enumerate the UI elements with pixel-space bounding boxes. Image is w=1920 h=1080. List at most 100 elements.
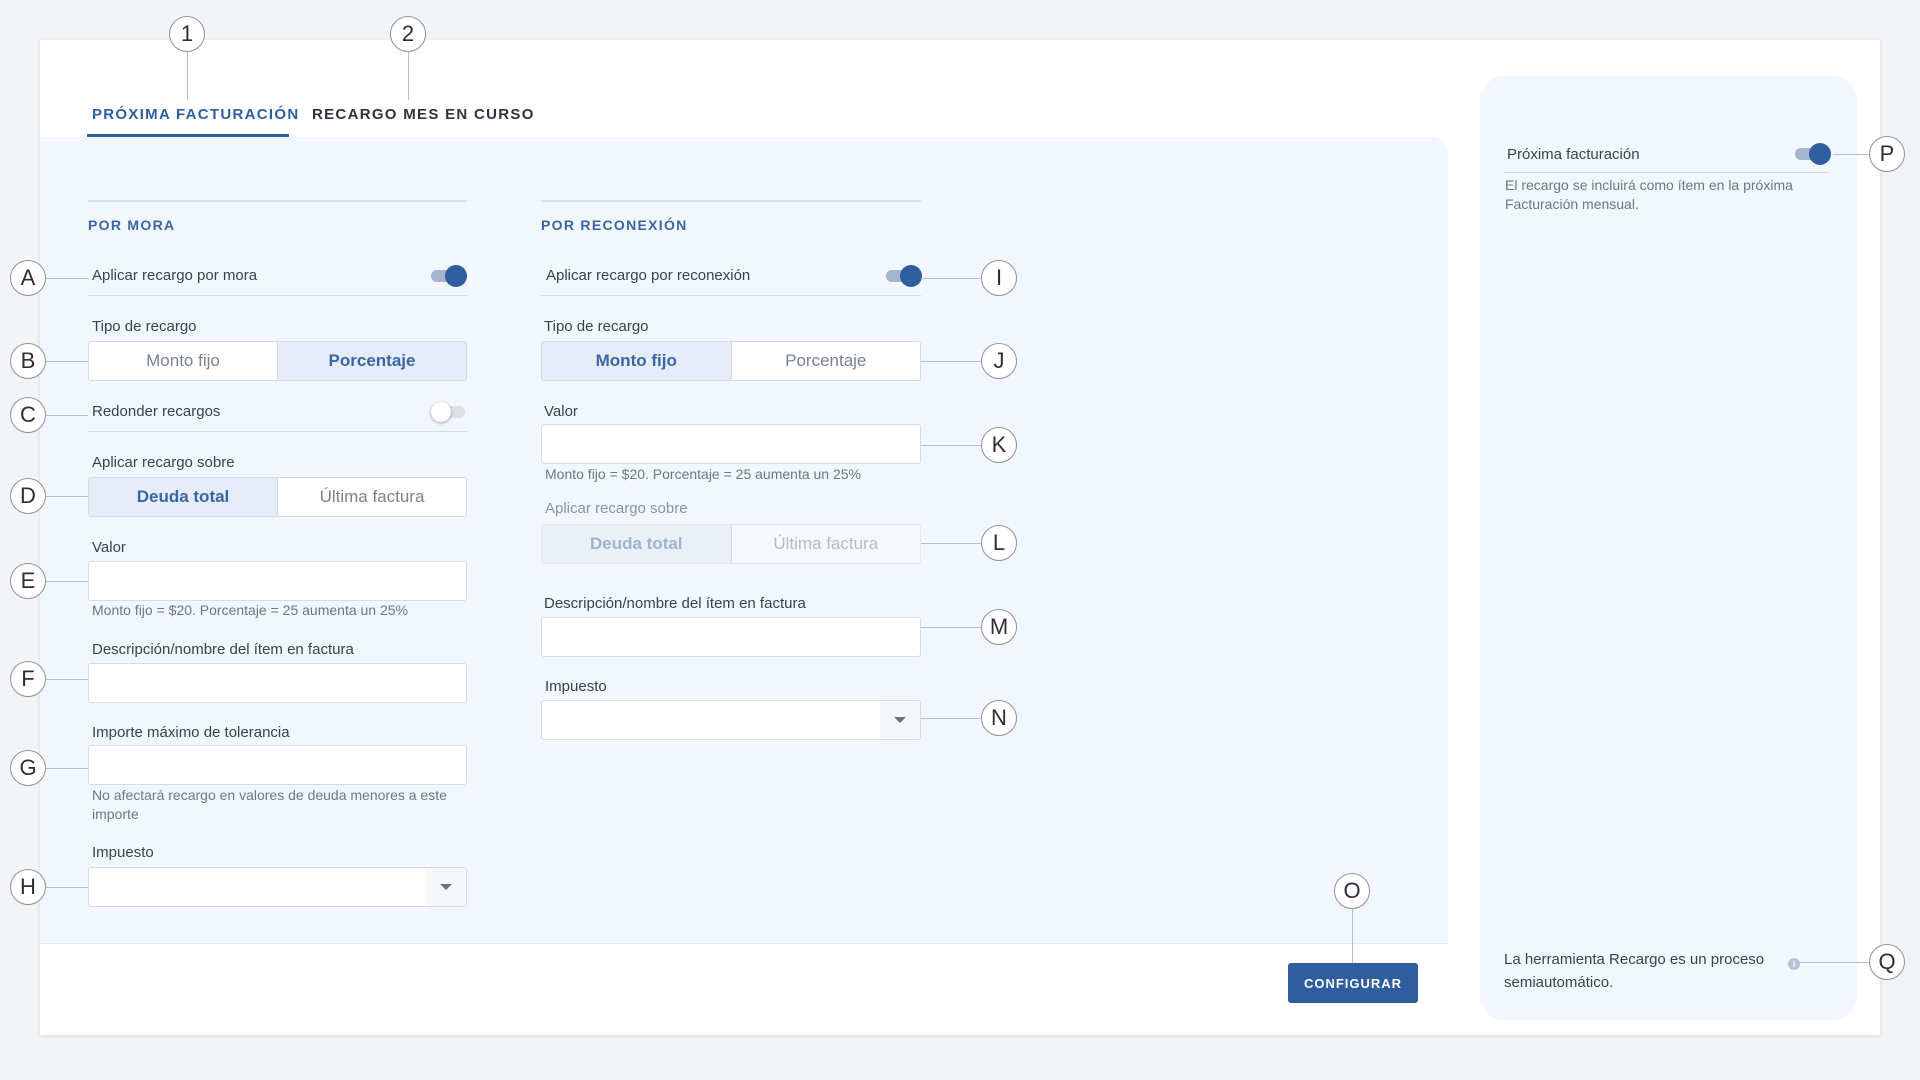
toggle-knob [1809,143,1831,165]
callout-marker: 2 [390,16,426,52]
footer-bar [40,943,1448,1023]
reconexion-apply-on-ultima-factura: Última factura [730,525,920,563]
callout-line [46,679,88,680]
mora-tolerance-hint: No afectará recargo en valores de deuda … [92,787,447,822]
callout-marker: K [981,427,1017,463]
callout-marker: D [10,478,46,514]
mora-type-label: Tipo de recargo [92,318,197,335]
reconexion-tax-label: Impuesto [545,678,607,695]
callout-line [921,278,984,279]
chevron-down-icon [426,868,466,906]
toggle-knob [445,265,467,287]
active-tab-indicator [87,134,289,137]
callout-line [187,52,188,100]
callout-line [921,445,984,446]
row-divider [88,295,467,296]
reconexion-type-label: Tipo de recargo [544,318,649,335]
callout-marker: G [10,750,46,786]
reconexion-apply-on-deuda-total: Deuda total [542,525,731,563]
callout-marker: P [1869,136,1905,172]
callout-marker: I [981,260,1017,296]
callout-line [408,52,409,100]
mora-round-label: Redonder recargos [92,403,221,420]
toggle-knob [900,265,922,287]
mora-type-monto-fijo[interactable]: Monto fijo [89,342,277,380]
callout-line [921,718,984,719]
reconexion-apply-label: Aplicar recargo por reconexión [546,267,751,284]
callout-marker: B [10,343,46,379]
callout-marker: 1 [169,16,205,52]
reconexion-apply-on-segmented: Deuda total Última factura [541,524,921,564]
reconexion-tax-select[interactable] [541,700,921,740]
row-divider [541,295,921,296]
mora-apply-toggle[interactable] [431,265,467,287]
reconexion-apply-on-label: Aplicar recargo sobre [545,500,688,517]
reconexion-divider [541,200,921,202]
callout-line [46,581,88,582]
callout-line [46,415,88,416]
callout-marker: L [981,525,1017,561]
info-icon[interactable]: i [1788,958,1800,970]
mora-apply-on-segmented: Deuda total Última factura [88,477,467,517]
callout-line [1833,154,1871,155]
reconexion-value-hint: Monto fijo = $20. Porcentaje = 25 aument… [545,466,861,482]
callout-marker: Q [1869,944,1905,980]
callout-line [921,543,984,544]
reconexion-type-segmented: Monto fijo Porcentaje [541,341,921,381]
row-divider [88,431,467,432]
mora-value-hint: Monto fijo = $20. Porcentaje = 25 aument… [92,602,408,618]
mora-round-toggle[interactable] [431,401,467,423]
configure-button[interactable]: CONFIGURAR [1288,963,1418,1003]
row-divider [1504,172,1829,173]
mora-type-porcentaje[interactable]: Porcentaje [277,342,466,380]
callout-marker: J [981,343,1017,379]
callout-marker: H [10,869,46,905]
callout-marker: O [1334,873,1370,909]
mora-apply-label: Aplicar recargo por mora [92,267,258,284]
reconexion-apply-toggle[interactable] [886,265,922,287]
mora-tax-select[interactable] [88,867,467,907]
reconexion-value-input[interactable] [541,424,921,464]
mora-value-label: Valor [92,539,126,556]
callout-marker: N [981,700,1017,736]
mora-type-segmented: Monto fijo Porcentaje [88,341,467,381]
mora-tolerance-input[interactable] [88,745,467,785]
toggle-knob [431,402,451,422]
tab-proxima-facturacion[interactable]: PRÓXIMA FACTURACIÓN [92,106,299,123]
side-panel [1480,76,1857,1020]
callout-line [921,627,984,628]
callout-line [46,768,88,769]
reconexion-type-porcentaje[interactable]: Porcentaje [730,342,921,380]
side-panel-description: El recargo se incluirá como ítem en la p… [1505,177,1793,212]
callout-marker: E [10,563,46,599]
mora-tax-label: Impuesto [92,844,154,861]
chevron-down-icon [880,701,920,739]
side-panel-toggle[interactable] [1795,143,1831,165]
reconexion-section-title: POR RECONEXIÓN [541,217,688,233]
callout-marker: F [10,661,46,697]
callout-line [1800,962,1871,963]
callout-marker: A [10,260,46,296]
callout-line [921,361,984,362]
reconexion-desc-label: Descripción/nombre del ítem en factura [544,595,806,612]
callout-line [46,887,88,888]
tab-recargo-mes-en-curso[interactable]: RECARGO MES EN CURSO [312,106,535,123]
callout-line [46,361,88,362]
callout-line [46,278,88,279]
mora-section-title: POR MORA [88,217,176,233]
mora-desc-label: Descripción/nombre del ítem en factura [92,641,354,658]
callout-marker: C [10,397,46,433]
reconexion-desc-input[interactable] [541,617,921,657]
reconexion-type-monto-fijo[interactable]: Monto fijo [542,342,731,380]
side-panel-footer-text: La herramienta Recargo es un proceso sem… [1504,951,1765,991]
mora-apply-on-deuda-total[interactable]: Deuda total [89,478,277,516]
callout-line [46,496,88,497]
mora-apply-on-label: Aplicar recargo sobre [92,454,235,471]
mora-desc-input[interactable] [88,663,467,703]
mora-value-input[interactable] [88,561,467,601]
callout-marker: M [981,609,1017,645]
side-panel-title: Próxima facturación [1507,146,1640,163]
mora-divider [88,200,467,202]
reconexion-value-label: Valor [544,403,578,420]
mora-apply-on-ultima-factura[interactable]: Última factura [277,478,466,516]
